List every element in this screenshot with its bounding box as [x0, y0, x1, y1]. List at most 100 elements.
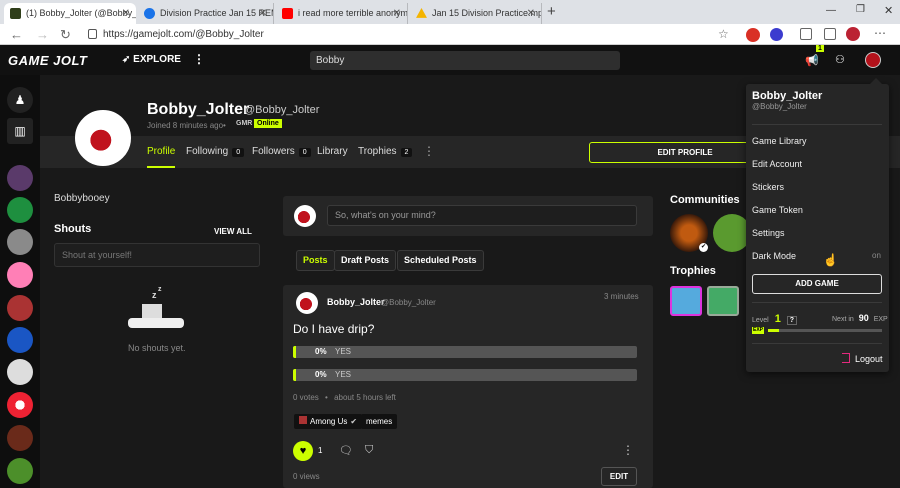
post-author-avatar[interactable] — [296, 292, 318, 314]
gamejolt-logo[interactable]: GAME JOLT — [8, 53, 87, 68]
tab-draft-posts[interactable]: Draft Posts — [334, 250, 397, 271]
post-author-name[interactable]: Bobby_Jolter — [327, 297, 385, 307]
tab-title: (1) Bobby_Jolter (@Bobby_Jolte — [26, 8, 136, 18]
profile-avatar-icon[interactable] — [846, 27, 860, 41]
logout-button[interactable]: Logout — [855, 354, 883, 364]
browser-tab-drive[interactable]: Jan 15 Division Practice.mp4 - G ✕ — [410, 3, 542, 24]
poll-percent: 0% — [315, 347, 327, 356]
sidebar-community-cat-icon[interactable] — [7, 229, 33, 255]
view-all-shouts-link[interactable]: VIEW ALL — [214, 227, 252, 236]
tab-label: Profile — [147, 146, 176, 157]
friends-icon[interactable]: ⚇ — [835, 53, 845, 66]
exp-progress-fill — [768, 329, 780, 332]
browser-tab-division-practice[interactable]: Division Practice Jan 15 REMOTE ✕ — [138, 3, 274, 24]
tab-profile[interactable]: Profile — [147, 146, 175, 157]
extensions-puzzle-icon[interactable] — [800, 28, 812, 40]
minimize-icon[interactable]: — — [826, 5, 836, 16]
like-count[interactable]: 1 — [318, 446, 322, 455]
close-tab-icon[interactable]: ✕ — [393, 3, 401, 24]
new-tab-button[interactable]: + — [547, 3, 556, 20]
reading-list-icon[interactable] — [824, 28, 836, 40]
trophy-icon[interactable] — [670, 286, 702, 316]
trophies-count: 2 — [400, 148, 413, 157]
back-icon[interactable]: ← — [10, 26, 23, 43]
reload-icon[interactable]: ↻ — [60, 26, 71, 43]
profile-avatar[interactable] — [75, 110, 131, 166]
extension-adblock-icon[interactable] — [746, 28, 760, 42]
sidebar-community-fnaf-icon[interactable] — [7, 425, 33, 451]
menu-item-dark-mode[interactable]: Dark Mode — [752, 251, 796, 261]
sticker-icon[interactable]: ⛉ — [365, 444, 373, 457]
tab-followers[interactable]: Followers 0 — [252, 146, 311, 157]
following-count: 0 — [232, 148, 245, 157]
browser-tab-gamejolt[interactable]: (1) Bobby_Jolter (@Bobby_Jolte ✕ — [4, 3, 136, 24]
composer-avatar — [294, 205, 316, 227]
like-heart-icon[interactable]: ♥ — [293, 441, 313, 461]
profile-handle: @Bobby_Jolter — [244, 104, 320, 116]
post-author-handle: @Bobby_Jolter — [381, 298, 436, 307]
tab-trophies[interactable]: Trophies 2 — [358, 146, 413, 157]
browser-address-bar: ← → ↻ https://gamejolt.com/@Bobby_Jolter… — [0, 24, 900, 45]
menu-item-edit-account[interactable]: Edit Account — [752, 159, 802, 169]
tab-following[interactable]: Following 0 — [186, 146, 245, 157]
extension-k-icon[interactable] — [770, 28, 783, 41]
post-timestamp[interactable]: 3 minutes — [604, 292, 639, 301]
explore-link[interactable]: ➶ EXPLORE — [122, 54, 181, 65]
community-chip[interactable]: Among Us ✔ — [294, 414, 363, 429]
logout-icon — [842, 353, 850, 363]
sidebar-community-ghost-icon[interactable] — [7, 197, 33, 223]
megaphone-icon[interactable]: 📢 — [805, 54, 819, 67]
poll-percent: 0% — [315, 370, 327, 379]
sidebar-community-kirby-icon[interactable] — [7, 262, 33, 288]
close-tab-icon[interactable]: ✕ — [122, 3, 130, 24]
dark-mode-toggle[interactable]: on — [872, 251, 881, 260]
shout-input[interactable]: Shout at yourself! — [54, 243, 260, 267]
post-text: Do I have drip? — [293, 322, 375, 336]
browser-tab-youtube[interactable]: i read more terrible anonymous ✕ — [276, 3, 408, 24]
sidebar-community-minecraft-icon[interactable] — [7, 458, 33, 484]
tab-posts[interactable]: Posts — [296, 250, 335, 271]
add-game-button[interactable]: ADD GAME — [752, 274, 882, 294]
dropdown-user-name[interactable]: Bobby_Jolter — [752, 90, 822, 102]
poll-option[interactable]: 0% YES — [293, 346, 637, 358]
post-more-icon[interactable]: ⋮ — [622, 443, 634, 457]
menu-item-settings[interactable]: Settings — [752, 228, 785, 238]
sidebar-community-pokeball-icon[interactable] — [7, 392, 33, 418]
composer-input[interactable]: So, what's on your mind? — [327, 205, 637, 226]
level-help-button[interactable]: ? — [786, 316, 798, 325]
user-avatar-menu-button[interactable] — [865, 52, 881, 68]
menu-item-stickers[interactable]: Stickers — [752, 182, 784, 192]
tab-title: i read more terrible anonymous — [298, 8, 408, 18]
search-input[interactable]: Bobby — [310, 51, 620, 70]
sidebar-community-among-us-icon[interactable] — [7, 165, 33, 191]
edit-post-button[interactable]: EDIT — [601, 467, 637, 486]
bookmark-star-icon[interactable]: ☆ — [718, 26, 729, 43]
trophy-icon[interactable] — [707, 286, 739, 316]
forward-icon[interactable]: → — [36, 26, 49, 43]
tab-library[interactable]: Library — [317, 146, 348, 157]
more-menu-icon[interactable]: ⋮ — [193, 52, 205, 66]
dropdown-user-handle: @Bobby_Jolter — [752, 102, 807, 111]
divider — [752, 302, 882, 303]
poll-option[interactable]: 0% YES — [293, 369, 637, 381]
profile-more-icon[interactable]: ⋮ — [423, 144, 435, 158]
browser-menu-icon[interactable]: ⋯ — [874, 26, 886, 40]
url-input[interactable]: https://gamejolt.com/@Bobby_Jolter — [88, 26, 738, 43]
sidebar-home-icon[interactable]: ♟ — [7, 87, 33, 113]
maximize-icon[interactable]: ❐ — [856, 4, 865, 15]
close-window-icon[interactable]: ✕ — [884, 4, 893, 17]
tag-chip[interactable]: memes — [361, 414, 398, 429]
sidebar-community-sword-icon[interactable] — [7, 295, 33, 321]
tab-title: Jan 15 Division Practice.mp4 - G — [432, 8, 541, 18]
close-tab-icon[interactable]: ✕ — [259, 3, 267, 24]
sidebar-community-sans-icon[interactable] — [7, 359, 33, 385]
tab-scheduled-posts[interactable]: Scheduled Posts — [397, 250, 484, 271]
close-tab-icon[interactable]: ✕ — [527, 3, 535, 24]
sidebar-community-mario-icon[interactable] — [7, 327, 33, 353]
exp-label: EXP — [873, 316, 888, 323]
menu-item-game-token[interactable]: Game Token — [752, 205, 803, 215]
poll-option-label: YES — [335, 370, 352, 379]
sidebar-library-icon[interactable]: ▥ — [7, 118, 33, 144]
comment-icon[interactable]: 🗨 — [339, 444, 353, 457]
menu-item-game-library[interactable]: Game Library — [752, 136, 807, 146]
